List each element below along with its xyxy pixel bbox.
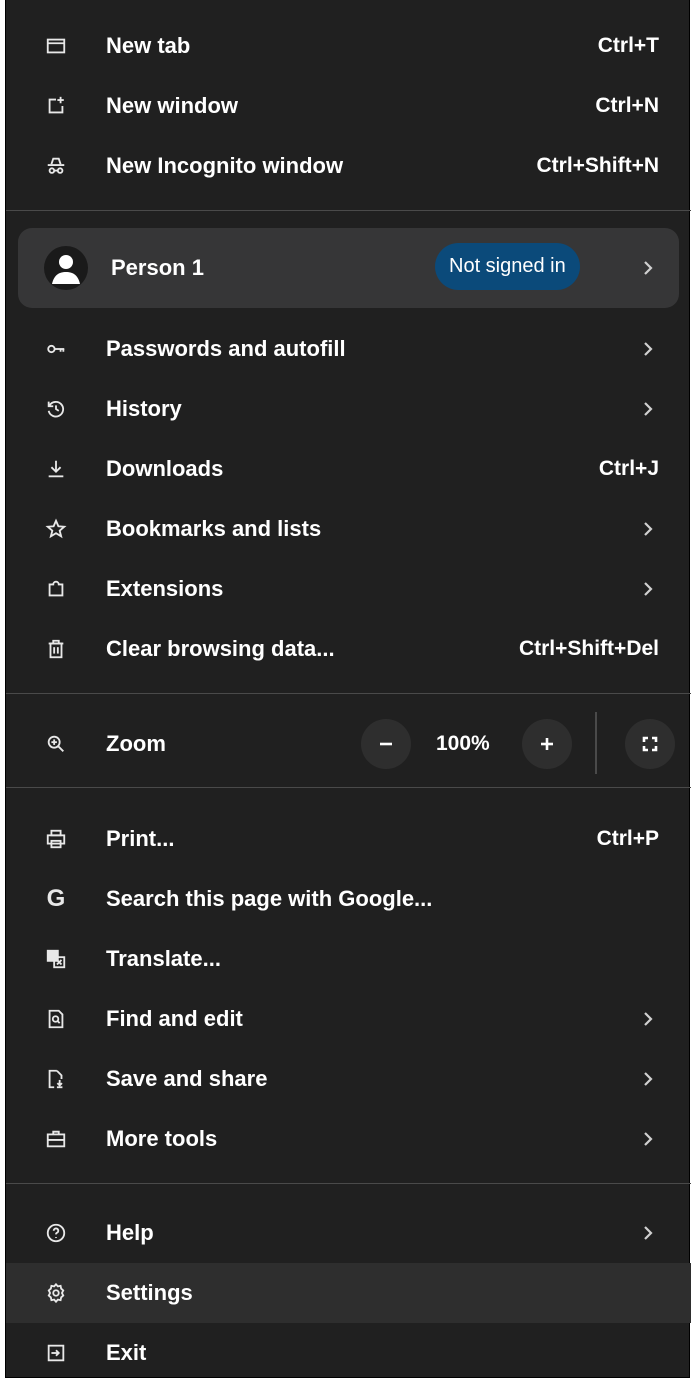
shortcut-label: Ctrl+T <box>597 34 659 57</box>
menu-item-find-and-edit[interactable]: Find and edit <box>6 989 691 1049</box>
shortcut-label: Ctrl+N <box>595 94 659 117</box>
menu-item-label: History <box>106 396 182 421</box>
history-icon <box>41 394 71 424</box>
menu-item-new-tab[interactable]: New tab Ctrl+T <box>6 16 691 76</box>
menu-item-label: Settings <box>106 1280 193 1305</box>
avatar-icon <box>44 246 88 290</box>
shortcut-label: Ctrl+Shift+Del <box>518 637 659 660</box>
menu-divider <box>6 693 691 694</box>
menu-item-label: Search this page with Google... <box>106 886 433 911</box>
gear-icon <box>41 1278 71 1308</box>
chevron-right-icon <box>641 1069 655 1089</box>
zoom-label: Zoom <box>106 731 166 756</box>
menu-item-label: Downloads <box>106 456 224 481</box>
menu-item-save-and-share[interactable]: Save and share <box>6 1049 691 1109</box>
menu-item-settings[interactable]: Settings <box>6 1263 691 1323</box>
toolbox-icon <box>41 1124 71 1154</box>
download-icon <box>41 454 71 484</box>
new-tab-icon <box>41 31 71 61</box>
key-icon <box>41 334 71 364</box>
menu-item-more-tools[interactable]: More tools <box>6 1109 691 1169</box>
menu-item-history[interactable]: History <box>6 379 691 439</box>
zoom-separator <box>595 712 597 774</box>
star-icon <box>41 514 71 544</box>
menu-item-label: Passwords and autofill <box>106 336 346 361</box>
menu-item-label: New tab <box>106 33 191 58</box>
menu-divider <box>6 210 691 211</box>
profile-name: Person 1 <box>111 255 204 280</box>
menu-item-translate[interactable]: Translate... <box>6 929 691 989</box>
exit-icon <box>41 1338 71 1368</box>
new-window-icon <box>41 91 71 121</box>
help-icon <box>41 1218 71 1248</box>
menu-item-print[interactable]: Print... Ctrl+P <box>6 809 691 869</box>
menu-divider <box>6 1183 691 1184</box>
save-share-icon <box>41 1064 71 1094</box>
menu-item-passwords[interactable]: Passwords and autofill <box>6 319 691 379</box>
find-icon <box>41 1004 71 1034</box>
chevron-right-icon <box>641 258 655 278</box>
chevron-right-icon <box>641 519 655 539</box>
menu-item-search-google[interactable]: G Search this page with Google... <box>6 869 691 929</box>
menu-item-label: Bookmarks and lists <box>106 516 322 541</box>
menu-item-label: Print... <box>106 826 175 851</box>
menu-item-new-window[interactable]: New window Ctrl+N <box>6 76 691 136</box>
fullscreen-button[interactable] <box>625 719 675 769</box>
menu-item-label: Exit <box>106 1340 147 1365</box>
chevron-right-icon <box>641 1223 655 1243</box>
trash-icon <box>41 634 71 664</box>
chevron-right-icon <box>641 1129 655 1149</box>
menu-item-new-incognito[interactable]: New Incognito window Ctrl+Shift+N <box>6 136 691 196</box>
menu-item-label: Find and edit <box>106 1006 243 1031</box>
shortcut-label: Ctrl+J <box>598 457 659 480</box>
zoom-out-button[interactable] <box>361 719 411 769</box>
incognito-icon <box>41 151 71 181</box>
menu-item-label: Save and share <box>106 1066 268 1091</box>
chevron-right-icon <box>641 339 655 359</box>
menu-item-downloads[interactable]: Downloads Ctrl+J <box>6 439 691 499</box>
shortcut-label: Ctrl+P <box>596 827 659 850</box>
menu-item-clear-browsing-data[interactable]: Clear browsing data... Ctrl+Shift+Del <box>6 619 691 679</box>
sign-in-status-badge[interactable]: Not signed in <box>435 243 580 290</box>
zoom-in-button[interactable] <box>522 719 572 769</box>
menu-item-label: New window <box>106 93 238 118</box>
zoom-row: Zoom 100% <box>6 712 691 774</box>
printer-icon <box>41 824 71 854</box>
menu-item-help[interactable]: Help <box>6 1203 691 1263</box>
menu-item-label: Help <box>106 1220 154 1245</box>
translate-icon <box>41 944 71 974</box>
chevron-right-icon <box>641 579 655 599</box>
google-icon: G <box>46 885 66 912</box>
chevron-right-icon <box>641 399 655 419</box>
chevron-right-icon <box>641 1009 655 1029</box>
menu-item-label: New Incognito window <box>106 153 344 178</box>
chrome-menu: New tab Ctrl+T New window Ctrl+N New Inc… <box>5 0 691 1378</box>
profile-row[interactable]: Person 1 Not signed in <box>18 228 679 308</box>
menu-item-label: Translate... <box>106 946 221 971</box>
menu-item-bookmarks[interactable]: Bookmarks and lists <box>6 499 691 559</box>
zoom-icon <box>41 729 71 759</box>
menu-item-extensions[interactable]: Extensions <box>6 559 691 619</box>
menu-item-label: Extensions <box>106 576 224 601</box>
zoom-level: 100% <box>436 732 490 755</box>
menu-item-label: Clear browsing data... <box>106 636 335 661</box>
menu-item-exit[interactable]: Exit <box>6 1323 691 1383</box>
menu-divider <box>6 787 691 788</box>
shortcut-label: Ctrl+Shift+N <box>536 154 659 177</box>
menu-item-label: More tools <box>106 1126 218 1151</box>
puzzle-icon <box>41 574 71 604</box>
